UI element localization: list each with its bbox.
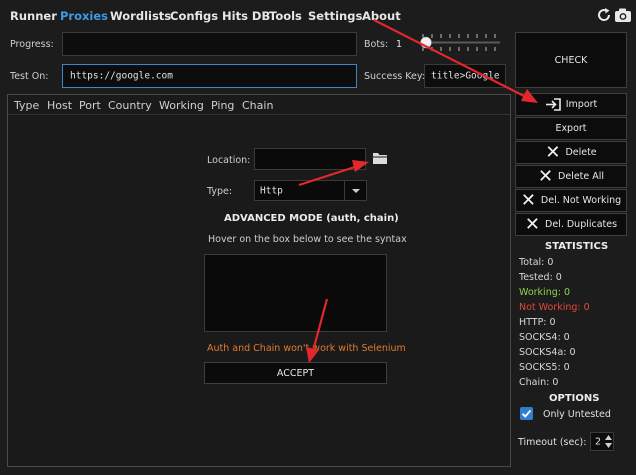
arrow-to-folder	[298, 160, 369, 187]
annotation-arrows	[298, 19, 538, 363]
arrow-to-accept	[306, 298, 329, 363]
arrow-to-import	[373, 19, 538, 103]
